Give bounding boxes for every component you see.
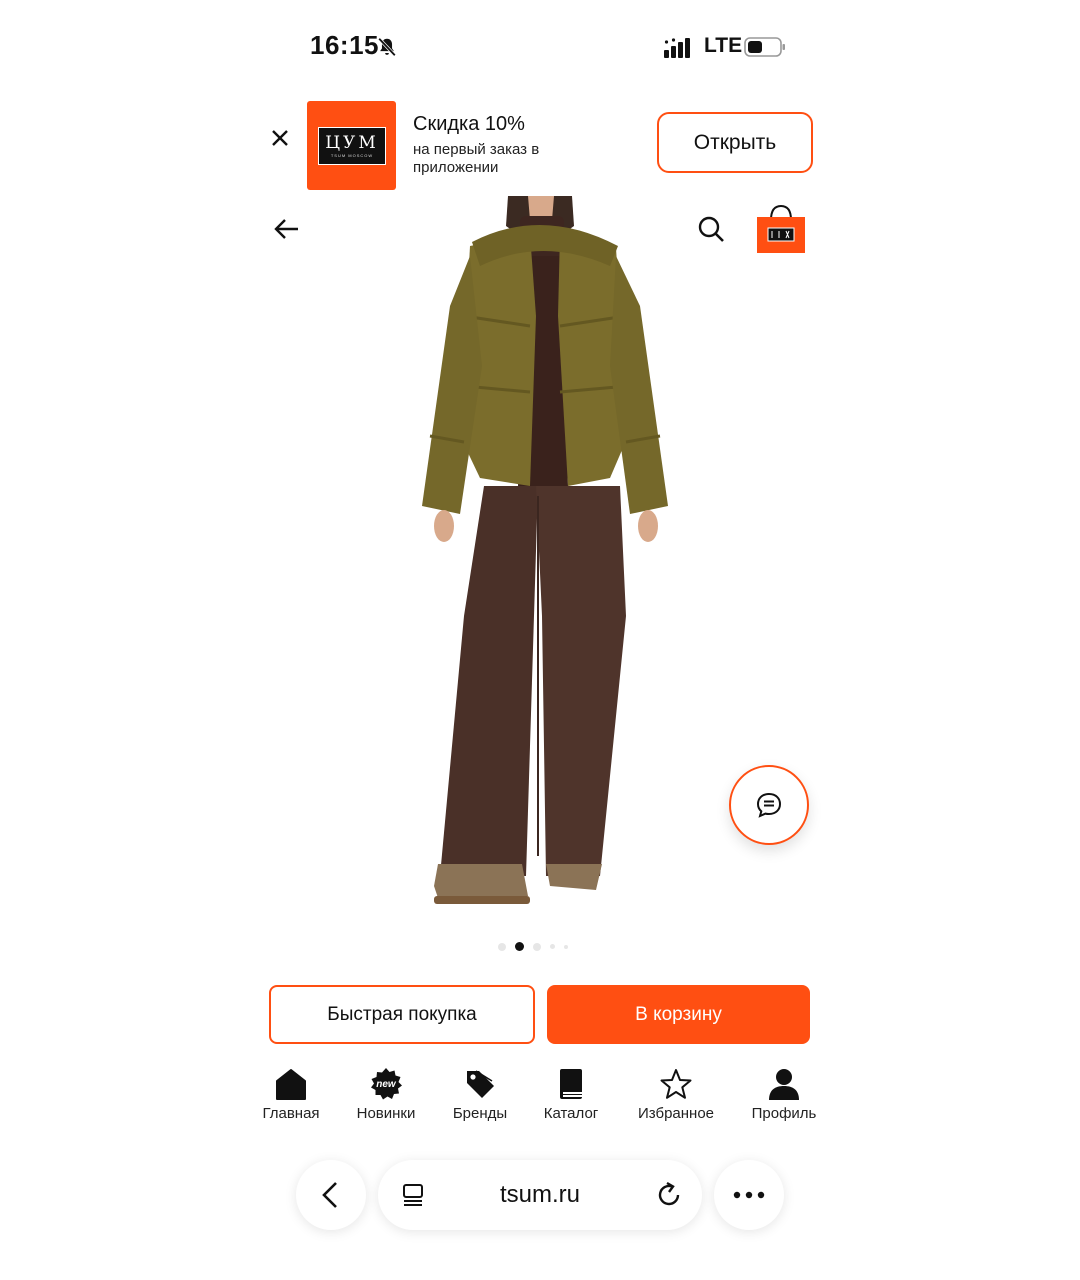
tag-icon: [467, 1070, 494, 1098]
nav-home[interactable]: Главная: [241, 1067, 341, 1122]
gallery-dot[interactable]: [533, 942, 541, 951]
back-arrow-icon[interactable]: [272, 214, 302, 244]
signal-icon: [664, 38, 690, 58]
battery-icon: [744, 37, 785, 57]
network-label: LTE: [704, 34, 743, 57]
nav-label: Новинки: [356, 1105, 416, 1122]
bell-muted-icon: [378, 37, 396, 57]
more-options-button[interactable]: [714, 1160, 784, 1230]
search-icon[interactable]: [696, 214, 726, 244]
quick-buy-button[interactable]: Быстрая покупка: [269, 985, 535, 1044]
open-app-button[interactable]: Открыть: [657, 112, 813, 173]
chat-button[interactable]: [729, 765, 809, 845]
nav-catalog[interactable]: Каталог: [521, 1067, 621, 1122]
chevron-left-icon: [322, 1182, 337, 1208]
chat-icon: [756, 792, 782, 818]
address-bar[interactable]: tsum.ru: [378, 1160, 702, 1230]
home-icon: [276, 1069, 306, 1100]
browser-back-button[interactable]: [296, 1160, 366, 1230]
product-image[interactable]: [360, 196, 720, 916]
gallery-dot-active[interactable]: [515, 942, 524, 951]
book-icon: [560, 1069, 582, 1099]
status-time: 16:15: [310, 30, 379, 60]
close-icon[interactable]: [268, 126, 292, 150]
gallery-dot[interactable]: [498, 942, 506, 951]
gallery-dot[interactable]: [550, 944, 555, 949]
user-icon: [769, 1069, 799, 1100]
gallery-pagination: [498, 942, 568, 951]
new-badge-icon: new: [371, 1068, 402, 1100]
nav-new[interactable]: new Новинки: [336, 1067, 436, 1122]
svg-text:new: new: [376, 1079, 397, 1090]
nav-profile[interactable]: Профиль: [734, 1067, 834, 1122]
gallery-dot[interactable]: [564, 944, 568, 949]
reload-icon[interactable]: [654, 1180, 684, 1210]
nav-label: Каталог: [543, 1105, 599, 1122]
app-logo: ЦУМ TSUM MOSCOW: [307, 101, 396, 190]
star-icon: [660, 1069, 692, 1099]
nav-favorites[interactable]: Избранное: [626, 1067, 726, 1122]
nav-label: Главная: [262, 1105, 320, 1122]
nav-label: Профиль: [751, 1105, 817, 1122]
more-dots-icon: [733, 1191, 765, 1199]
add-to-cart-button[interactable]: В корзину: [547, 985, 810, 1044]
nav-label: Избранное: [637, 1105, 715, 1122]
shopping-bag-icon[interactable]: [756, 204, 806, 254]
nav-label: Бренды: [452, 1105, 508, 1122]
banner-subtitle: на первый заказ в приложении: [413, 141, 540, 176]
nav-brands[interactable]: Бренды: [430, 1067, 530, 1122]
banner-title: Скидка 10%: [413, 113, 525, 135]
